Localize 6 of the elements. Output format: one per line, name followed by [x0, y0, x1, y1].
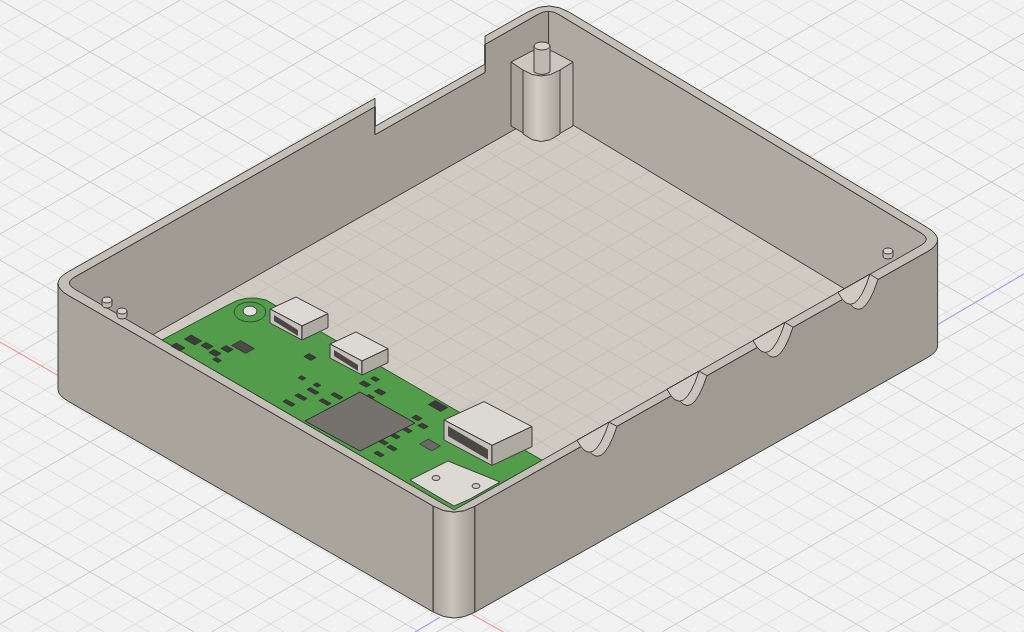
wall-notch	[666, 370, 708, 407]
wall-notch	[837, 273, 879, 310]
usb-port	[329, 331, 389, 376]
wall-notch	[752, 321, 794, 358]
usb-port	[269, 296, 329, 341]
wall-notch	[576, 421, 618, 457]
